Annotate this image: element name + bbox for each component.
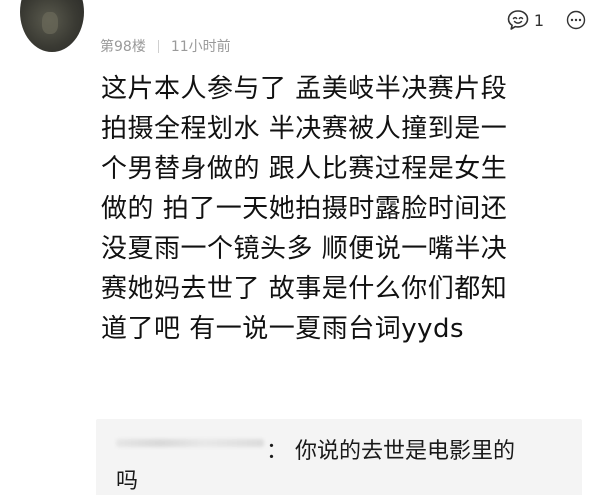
reply-count: 1 [533,10,544,30]
ellipsis-circle-icon[interactable] [566,10,586,30]
avatar[interactable] [20,0,84,52]
comment-body: 这片本人参与了 孟美岐半决赛片段 拍摄全程划水 半决赛被人撞到是一 个男替身做的… [101,69,581,349]
timestamp: 11小时前 [170,39,231,55]
floor-number: 第98楼 [100,39,146,55]
reply-line-2: 吗 [116,469,139,494]
reply-line-1: 你说的去世是电影里的 [295,439,516,464]
comment-meta: 第98楼 11小时前 [100,36,231,56]
meta-divider [157,39,159,53]
comment-line: 没夏雨一个镜头多 顺便说一嘴半决 [101,234,508,264]
comment-line: 赛她妈去世了 故事是什么你们都知 [101,274,508,304]
reply-bubble-icon[interactable] [506,9,530,31]
reply-preview[interactable]: ： 你说的去世是电影里的 吗 [96,419,582,495]
comment-line: 这片本人参与了 孟美岐半决赛片段 [101,74,508,104]
comment-card: 第98楼 11小时前 1 这片本人参与了 孟美岐半决赛片段 拍摄全程划水 半决赛… [0,0,600,495]
comment-line: 个男替身做的 跟人比赛过程是女生 [101,154,508,184]
reply-separator: ： [266,439,289,464]
comment-line: 拍摄全程划水 半决赛被人撞到是一 [101,114,508,144]
comment-actions: 1 [506,8,586,32]
comment-line: 道了吧 有一说一夏雨台词yyds [101,314,465,344]
comment-line: 做的 拍了一天她拍摄时露脸时间还 [101,194,508,224]
reply-text: ： 你说的去世是电影里的 吗 [96,437,556,495]
